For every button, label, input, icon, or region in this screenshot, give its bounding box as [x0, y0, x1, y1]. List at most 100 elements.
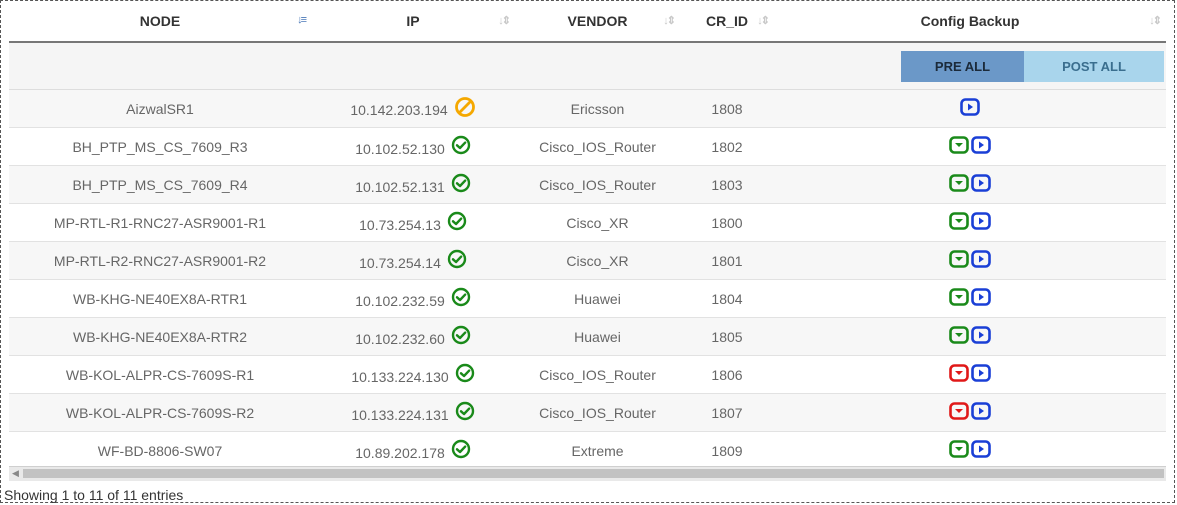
- ip-text: 10.73.254.14: [359, 254, 441, 271]
- ip-cell: 10.133.224.131: [311, 393, 515, 432]
- play-icon[interactable]: [971, 174, 991, 195]
- horizontal-scrollbar[interactable]: ◀: [9, 466, 1166, 481]
- table-row: WB-KHG-NE40EX8A-RTR2 10.102.232.60 Huawei 1…: [9, 317, 1166, 356]
- check-circle-icon: [451, 439, 471, 462]
- check-circle-icon: [447, 249, 467, 272]
- vendor-cell: Cisco_IOS_Router: [515, 127, 680, 166]
- play-icon[interactable]: [971, 364, 991, 385]
- table-row: BH_PTP_MS_CS_7609_R4 10.102.52.131 Cisco_I…: [9, 165, 1166, 204]
- check-circle-icon: [451, 287, 471, 310]
- column-header-cr-id[interactable]: CR_ID ↓⇕: [680, 0, 774, 43]
- ip-cell: 10.133.224.130: [311, 355, 515, 394]
- check-circle-icon: [451, 135, 471, 158]
- table-row: AizwalSR1 10.142.203.194 Ericsson 1808: [9, 89, 1166, 128]
- download-red-icon[interactable]: [949, 364, 969, 385]
- ip-text: 10.133.224.131: [351, 406, 449, 423]
- download-green-icon[interactable]: [949, 288, 969, 309]
- play-icon[interactable]: [971, 136, 991, 157]
- check-circle-icon: [447, 211, 467, 234]
- download-green-icon[interactable]: [949, 136, 969, 157]
- scroll-left-icon[interactable]: ◀: [12, 468, 19, 479]
- sort-asc-icon[interactable]: ↓≡: [297, 14, 307, 26]
- cr-id-cell: 1802: [680, 127, 774, 166]
- play-icon[interactable]: [971, 326, 991, 347]
- bulk-action-buttons: PRE ALL POST ALL: [901, 50, 1164, 82]
- ip-text: 10.73.254.13: [359, 216, 441, 233]
- cr-id-cell: 1801: [680, 241, 774, 280]
- node-cell: MP-RTL-R2-RNC27-ASR9001-R2: [9, 241, 311, 280]
- node-cell: AizwalSR1: [9, 89, 311, 128]
- header-row: NODE ↓≡ IP ↓⇕ VENDOR ↓⇕ CR_ID ↓⇕ Config Back…: [9, 0, 1166, 43]
- download-green-icon[interactable]: [949, 250, 969, 271]
- sort-icon[interactable]: ↓⇕: [498, 14, 511, 27]
- sort-icon[interactable]: ↓⇕: [1149, 14, 1162, 27]
- download-green-icon[interactable]: [949, 326, 969, 347]
- play-icon[interactable]: [971, 288, 991, 309]
- play-icon[interactable]: [971, 212, 991, 233]
- check-circle-icon: [455, 363, 475, 386]
- column-header-ip[interactable]: IP ↓⇕: [311, 0, 515, 43]
- check-circle-icon: [455, 401, 475, 424]
- cr-id-cell: 1800: [680, 203, 774, 242]
- table-row: WB-KOL-ALPR-CS-7609S-R2 10.133.224.131 Cis…: [9, 393, 1166, 432]
- play-icon[interactable]: [971, 250, 991, 271]
- table-row: MP-RTL-R2-RNC27-ASR9001-R2 10.73.254.14 Ci…: [9, 241, 1166, 280]
- ip-cell: 10.102.232.59: [311, 279, 515, 318]
- node-cell: BH_PTP_MS_CS_7609_R4: [9, 165, 311, 204]
- config-backup-cell: [774, 431, 1166, 470]
- cr-id-cell: 1809: [680, 431, 774, 470]
- column-header-config-backup[interactable]: Config Backup ↓⇕: [774, 0, 1166, 43]
- sort-icon[interactable]: ↓⇕: [663, 14, 676, 27]
- ip-cell: 10.102.52.130: [311, 127, 515, 166]
- vendor-cell: Extreme: [515, 431, 680, 470]
- play-icon[interactable]: [960, 98, 980, 119]
- config-backup-cell: [774, 127, 1166, 166]
- table-info: Showing 1 to 11 of 11 entries: [4, 487, 184, 503]
- pre-all-button[interactable]: PRE ALL: [901, 50, 1024, 82]
- node-cell: MP-RTL-R1-RNC27-ASR9001-R1: [9, 203, 311, 242]
- cr-id-cell: 1808: [680, 89, 774, 128]
- cr-id-cell: 1806: [680, 355, 774, 394]
- table-row: WB-KOL-ALPR-CS-7609S-R1 10.133.224.130 Cis…: [9, 355, 1166, 394]
- cr-id-cell: 1807: [680, 393, 774, 432]
- sort-icon[interactable]: ↓⇕: [757, 14, 770, 27]
- config-backup-cell: [774, 355, 1166, 394]
- ip-cell: 10.73.254.13: [311, 203, 515, 242]
- download-green-icon[interactable]: [949, 440, 969, 461]
- node-cell: WB-KHG-NE40EX8A-RTR2: [9, 317, 311, 356]
- play-icon[interactable]: [971, 402, 991, 423]
- column-header-label: CR_ID: [705, 12, 748, 29]
- bulk-action-row: PRE ALL POST ALL: [9, 42, 1166, 90]
- column-header-vendor[interactable]: VENDOR ↓⇕: [515, 0, 680, 43]
- data-table-container: NODE ↓≡ IP ↓⇕ VENDOR ↓⇕ CR_ID ↓⇕ Config Back…: [9, 0, 1166, 470]
- post-all-button[interactable]: POST ALL: [1024, 50, 1164, 82]
- column-header-node[interactable]: NODE ↓≡: [9, 0, 311, 43]
- table-row: MP-RTL-R1-RNC27-ASR9001-R1 10.73.254.13 Ci…: [9, 203, 1166, 242]
- column-header-label: IP: [406, 12, 420, 29]
- cr-id-cell: 1805: [680, 317, 774, 356]
- column-header-label: Config Backup: [920, 12, 1020, 29]
- vendor-cell: Ericsson: [515, 89, 680, 128]
- table-row: BH_PTP_MS_CS_7609_R3 10.102.52.130 Cisco_I…: [9, 127, 1166, 166]
- play-icon[interactable]: [971, 440, 991, 461]
- table-row: WB-KHG-NE40EX8A-RTR1 10.102.232.59 Huawei 1…: [9, 279, 1166, 318]
- scrollbar-thumb[interactable]: [23, 469, 1164, 478]
- ip-text: 10.102.52.131: [355, 178, 445, 195]
- nodes-table: NODE ↓≡ IP ↓⇕ VENDOR ↓⇕ CR_ID ↓⇕ Config Back…: [9, 0, 1166, 470]
- config-backup-cell: [774, 165, 1166, 204]
- config-backup-cell: [774, 317, 1166, 356]
- ip-cell: 10.102.52.131: [311, 165, 515, 204]
- vendor-cell: Huawei: [515, 279, 680, 318]
- download-red-icon[interactable]: [949, 402, 969, 423]
- ip-text: 10.102.232.59: [355, 292, 445, 309]
- cr-id-cell: 1803: [680, 165, 774, 204]
- ip-text: 10.133.224.130: [351, 368, 449, 385]
- config-backup-cell: [774, 203, 1166, 242]
- ip-text: 10.102.52.130: [355, 140, 445, 157]
- config-backup-cell: [774, 279, 1166, 318]
- config-backup-cell: [774, 393, 1166, 432]
- download-green-icon[interactable]: [949, 174, 969, 195]
- column-header-label: NODE: [139, 12, 181, 29]
- vendor-cell: Cisco_XR: [515, 241, 680, 280]
- download-green-icon[interactable]: [949, 212, 969, 233]
